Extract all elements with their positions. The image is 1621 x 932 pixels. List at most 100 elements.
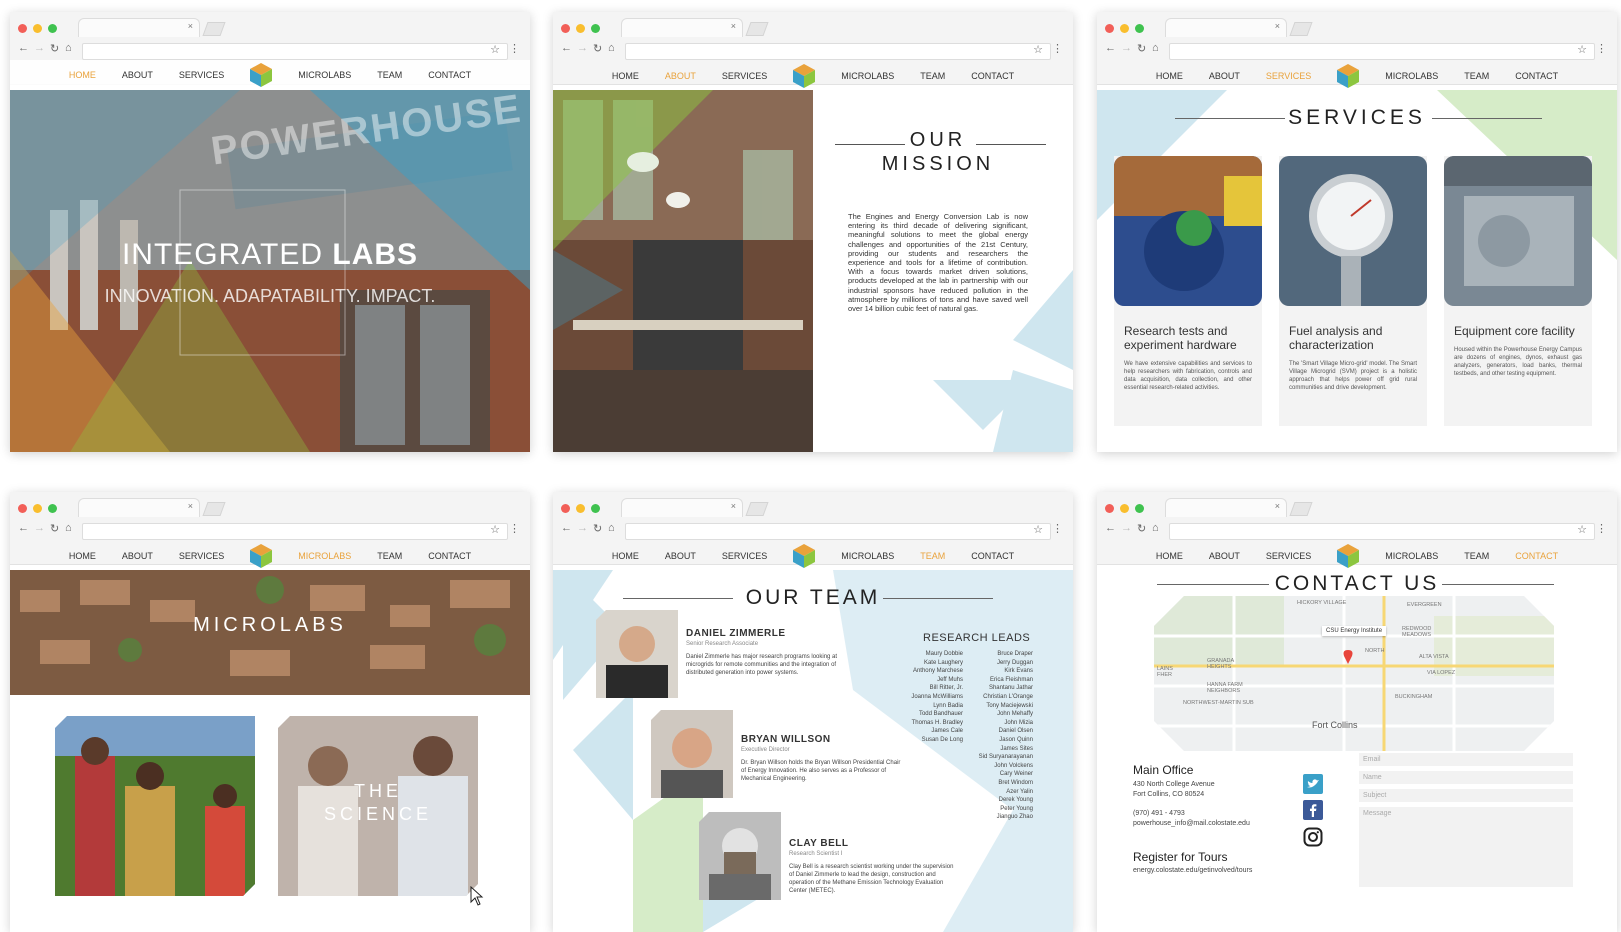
site-logo-icon[interactable] [250, 63, 273, 87]
forward-icon[interactable]: → [34, 522, 45, 534]
minimize-dot[interactable] [1120, 24, 1129, 33]
close-dot[interactable] [18, 24, 27, 33]
browser-tab[interactable]: × [78, 498, 200, 517]
back-icon[interactable]: ← [561, 42, 572, 54]
nav-microlabs[interactable]: MICROLABS [841, 71, 894, 81]
bookmark-star-icon[interactable]: ☆ [1577, 523, 1587, 536]
new-tab-button[interactable] [745, 22, 769, 36]
site-logo-icon[interactable] [250, 544, 273, 568]
nav-contact[interactable]: CONTACT [1515, 551, 1558, 561]
nav-microlabs[interactable]: MICROLABS [298, 70, 351, 80]
minimize-dot[interactable] [33, 24, 42, 33]
close-dot[interactable] [1105, 504, 1114, 513]
back-icon[interactable]: ← [18, 522, 29, 534]
service-card[interactable]: Fuel analysis and characterization The '… [1279, 156, 1427, 426]
forward-icon[interactable]: → [577, 522, 588, 534]
forward-icon[interactable]: → [1121, 522, 1132, 534]
back-icon[interactable]: ← [1105, 42, 1116, 54]
home-icon[interactable]: ⌂ [608, 522, 615, 534]
address-bar[interactable] [1169, 523, 1595, 540]
reload-icon[interactable]: ↻ [1137, 522, 1146, 535]
bookmark-star-icon[interactable]: ☆ [1033, 43, 1043, 56]
tab-close-icon[interactable]: × [188, 21, 193, 31]
nav-team[interactable]: TEAM [1464, 551, 1489, 561]
back-icon[interactable]: ← [1105, 522, 1116, 534]
tab-close-icon[interactable]: × [731, 501, 736, 511]
maximize-dot[interactable] [48, 504, 57, 513]
new-tab-button[interactable] [745, 502, 769, 516]
forward-icon[interactable]: → [1121, 42, 1132, 54]
home-icon[interactable]: ⌂ [608, 42, 615, 54]
nav-about[interactable]: ABOUT [122, 551, 153, 561]
site-logo-icon[interactable] [1337, 64, 1360, 88]
nav-contact[interactable]: CONTACT [971, 71, 1014, 81]
nav-contact[interactable]: CONTACT [428, 551, 471, 561]
browser-tab[interactable]: × [78, 18, 200, 37]
nav-about[interactable]: ABOUT [665, 71, 696, 81]
tours-link[interactable]: energy.colostate.edu/getinvolved/tours [1133, 867, 1252, 874]
nav-microlabs[interactable]: MICROLABS [298, 551, 351, 561]
instagram-icon[interactable] [1303, 827, 1323, 847]
nav-home[interactable]: HOME [1156, 551, 1183, 561]
forward-icon[interactable]: → [34, 42, 45, 54]
nav-home[interactable]: HOME [1156, 71, 1183, 81]
home-icon[interactable]: ⌂ [1152, 522, 1159, 534]
nav-about[interactable]: ABOUT [665, 551, 696, 561]
back-icon[interactable]: ← [561, 522, 572, 534]
form-message-field[interactable]: Message [1359, 807, 1573, 887]
bookmark-star-icon[interactable]: ☆ [1577, 43, 1587, 56]
maximize-dot[interactable] [1135, 504, 1144, 513]
minimize-dot[interactable] [1120, 504, 1129, 513]
reload-icon[interactable]: ↻ [50, 522, 59, 535]
facebook-icon[interactable] [1303, 800, 1323, 820]
address-bar[interactable] [625, 43, 1051, 60]
maximize-dot[interactable] [48, 24, 57, 33]
nav-services[interactable]: SERVICES [179, 70, 224, 80]
tab-close-icon[interactable]: × [1275, 21, 1280, 31]
nav-about[interactable]: ABOUT [1209, 71, 1240, 81]
service-card[interactable]: Research tests and experiment hardware W… [1114, 156, 1262, 426]
browser-menu-icon[interactable]: ⋮ [509, 42, 520, 55]
form-email-field[interactable]: Email [1359, 753, 1573, 766]
maximize-dot[interactable] [591, 24, 600, 33]
browser-tab[interactable]: × [1165, 18, 1287, 37]
form-name-field[interactable]: Name [1359, 771, 1573, 784]
nav-team[interactable]: TEAM [920, 71, 945, 81]
nav-services[interactable]: SERVICES [1266, 551, 1311, 561]
site-logo-icon[interactable] [793, 64, 816, 88]
address-bar[interactable] [1169, 43, 1595, 60]
nav-home[interactable]: HOME [69, 551, 96, 561]
reload-icon[interactable]: ↻ [50, 42, 59, 55]
nav-microlabs[interactable]: MICROLABS [1385, 551, 1438, 561]
tab-close-icon[interactable]: × [731, 21, 736, 31]
reload-icon[interactable]: ↻ [1137, 42, 1146, 55]
nav-contact[interactable]: CONTACT [1515, 71, 1558, 81]
site-logo-icon[interactable] [793, 544, 816, 568]
nav-contact[interactable]: CONTACT [428, 70, 471, 80]
browser-menu-icon[interactable]: ⋮ [1052, 42, 1063, 55]
home-icon[interactable]: ⌂ [65, 522, 72, 534]
browser-menu-icon[interactable]: ⋮ [1596, 522, 1607, 535]
bookmark-star-icon[interactable]: ☆ [490, 43, 500, 56]
nav-microlabs[interactable]: MICROLABS [841, 551, 894, 561]
home-icon[interactable]: ⌂ [1152, 42, 1159, 54]
maximize-dot[interactable] [591, 504, 600, 513]
browser-tab[interactable]: × [621, 18, 743, 37]
close-dot[interactable] [1105, 24, 1114, 33]
forward-icon[interactable]: → [577, 42, 588, 54]
nav-home[interactable]: HOME [612, 551, 639, 561]
site-logo-icon[interactable] [1337, 544, 1360, 568]
nav-about[interactable]: ABOUT [1209, 551, 1240, 561]
address-bar[interactable] [82, 523, 508, 540]
close-dot[interactable] [561, 24, 570, 33]
reload-icon[interactable]: ↻ [593, 522, 602, 535]
nav-services[interactable]: SERVICES [722, 71, 767, 81]
form-subject-field[interactable]: Subject [1359, 789, 1573, 802]
new-tab-button[interactable] [202, 22, 226, 36]
nav-services[interactable]: SERVICES [1266, 71, 1311, 81]
nav-team[interactable]: TEAM [377, 70, 402, 80]
browser-tab[interactable]: × [1165, 498, 1287, 517]
new-tab-button[interactable] [1289, 502, 1313, 516]
nav-services[interactable]: SERVICES [179, 551, 224, 561]
tab-close-icon[interactable]: × [1275, 501, 1280, 511]
